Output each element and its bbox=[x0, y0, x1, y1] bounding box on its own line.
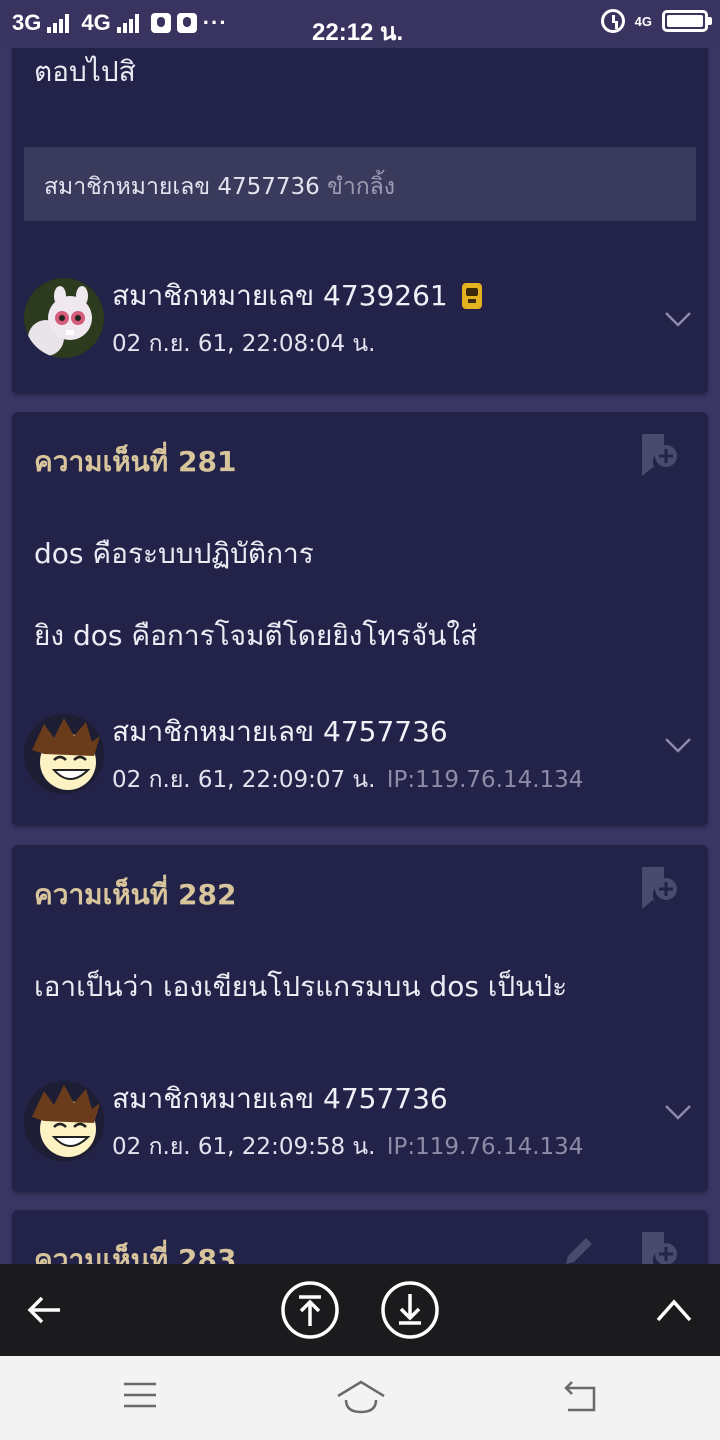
author-name[interactable]: สมาชิกหมายเลข 4739261 bbox=[112, 274, 448, 318]
menu-icon[interactable] bbox=[122, 1380, 158, 1410]
arrow-left-icon[interactable] bbox=[24, 1290, 64, 1330]
more-notifications-indicator: ··· bbox=[202, 10, 228, 35]
comment-title: ความเห็นที่ 281 bbox=[34, 445, 237, 478]
comment-card: ความเห็นที่ 281 dos คือระบบปฏิบัติการ ยิ… bbox=[12, 412, 708, 826]
signal-strength-icon-2 bbox=[116, 13, 139, 33]
comment-card: ตอบไปสิ สมาชิกหมายเลข 4757736 ขำกลิ้ง สม… bbox=[12, 48, 708, 394]
bookmark-add-icon[interactable] bbox=[638, 432, 678, 476]
comment-text: ยิง dos คือการโจมตีโดยยิงโทรจันใส่ bbox=[34, 619, 478, 652]
comment-author[interactable]: สมาชิกหมายเลข 4757736 02 ก.ย. 61, 22:09:… bbox=[24, 1077, 583, 1165]
comments-list[interactable]: ตอบไปสิ สมาชิกหมายเลข 4757736 ขำกลิ้ง สม… bbox=[0, 48, 720, 1264]
status-bar: 3G 4G ··· 22:12 น. 4G bbox=[0, 0, 720, 48]
comment-title: ความเห็นที่ 283 bbox=[34, 1243, 237, 1264]
author-ip: IP:119.76.14.134 bbox=[386, 767, 584, 793]
avatar[interactable] bbox=[24, 1081, 104, 1161]
comment-author[interactable]: สมาชิกหมายเลข 4739261 02 ก.ย. 61, 22:08:… bbox=[24, 274, 482, 362]
comment-text: ตอบไปสิ bbox=[34, 55, 136, 88]
network-small-label: 4G bbox=[634, 13, 652, 29]
system-nav-bar bbox=[0, 1356, 720, 1440]
chevron-down-icon[interactable] bbox=[664, 1103, 692, 1121]
notification-icon-2 bbox=[176, 13, 197, 33]
comment-date: 02 ก.ย. 61, 22:09:07 น. bbox=[112, 767, 376, 793]
clock: 22:12 น. bbox=[312, 19, 404, 46]
author-name[interactable]: สมาชิกหมายเลข 4757736 bbox=[112, 1077, 448, 1121]
browser-toolbar bbox=[0, 1264, 720, 1356]
comment-date: 02 ก.ย. 61, 22:09:58 น. bbox=[112, 1134, 376, 1160]
pencil-icon[interactable] bbox=[558, 1232, 598, 1264]
quoted-text: ขำกลิ้ง bbox=[327, 174, 395, 200]
quoted-member: สมาชิกหมายเลข 4757736 bbox=[44, 174, 320, 200]
notification-icon bbox=[150, 13, 171, 33]
chevron-down-icon[interactable] bbox=[664, 736, 692, 754]
avatar[interactable] bbox=[24, 278, 104, 358]
bookmark-add-icon[interactable] bbox=[638, 1230, 678, 1264]
back-icon[interactable] bbox=[560, 1380, 600, 1414]
signal-strength-icon bbox=[47, 13, 70, 33]
comment-author[interactable]: สมาชิกหมายเลข 4757736 02 ก.ย. 61, 22:09:… bbox=[24, 710, 583, 798]
home-icon[interactable] bbox=[336, 1378, 386, 1414]
chevron-up-icon[interactable] bbox=[654, 1292, 694, 1328]
comment-date: 02 ก.ย. 61, 22:08:04 น. bbox=[112, 331, 376, 357]
scroll-to-bottom-icon[interactable] bbox=[380, 1280, 440, 1340]
alarm-icon bbox=[600, 9, 625, 33]
quoted-reply[interactable]: สมาชิกหมายเลข 4757736 ขำกลิ้ง bbox=[24, 147, 696, 221]
network-type-1: 3G bbox=[12, 10, 42, 35]
author-name[interactable]: สมาชิกหมายเลข 4757736 bbox=[112, 710, 448, 754]
author-ip: IP:119.76.14.134 bbox=[386, 1134, 584, 1160]
bookmark-add-icon[interactable] bbox=[638, 865, 678, 909]
comment-card: ความเห็นที่ 282 เอาเป็นว่า เองเขียนโปรแก… bbox=[12, 845, 708, 1192]
comment-text: เอาเป็นว่า เองเขียนโปรแกรมบน dos เป็นป่ะ bbox=[34, 970, 568, 1003]
comment-text: dos คือระบบปฏิบัติการ bbox=[34, 537, 314, 570]
walkie-talkie-badge-icon bbox=[461, 283, 482, 309]
chevron-down-icon[interactable] bbox=[664, 310, 692, 328]
scroll-to-top-icon[interactable] bbox=[280, 1280, 340, 1340]
comment-title: ความเห็นที่ 282 bbox=[34, 878, 237, 911]
network-type-2: 4G bbox=[81, 10, 111, 35]
battery-icon bbox=[662, 10, 712, 32]
comment-card: ความเห็นที่ 283 bbox=[12, 1210, 708, 1264]
avatar[interactable] bbox=[24, 714, 104, 794]
